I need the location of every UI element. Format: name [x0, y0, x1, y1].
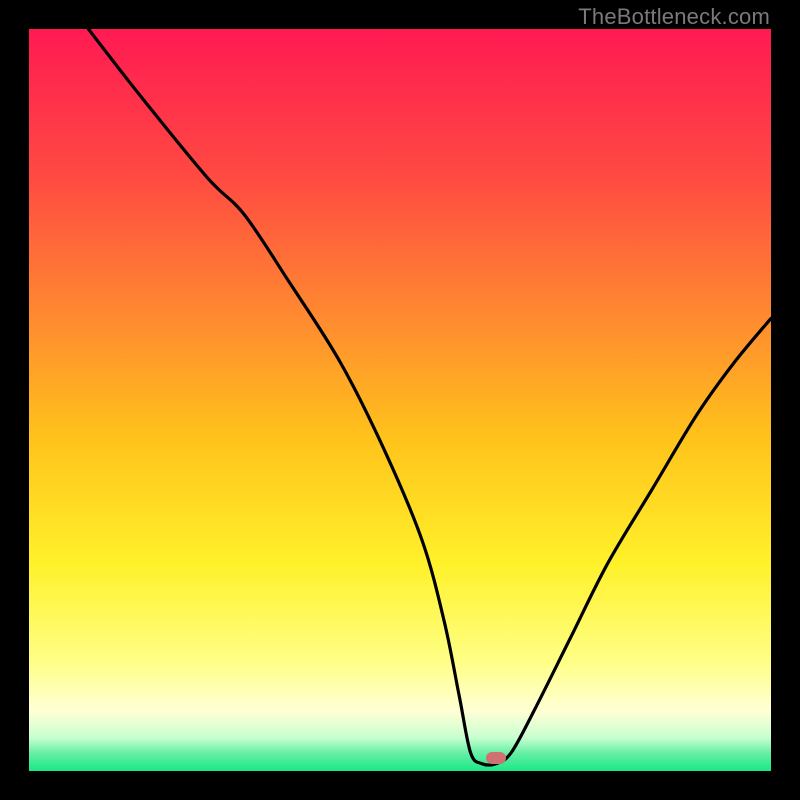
chart-svg [29, 29, 771, 771]
chart-background [29, 29, 771, 771]
chart-plot-area [29, 29, 771, 771]
watermark-text: TheBottleneck.com [578, 4, 770, 30]
marker-pill [486, 752, 506, 764]
